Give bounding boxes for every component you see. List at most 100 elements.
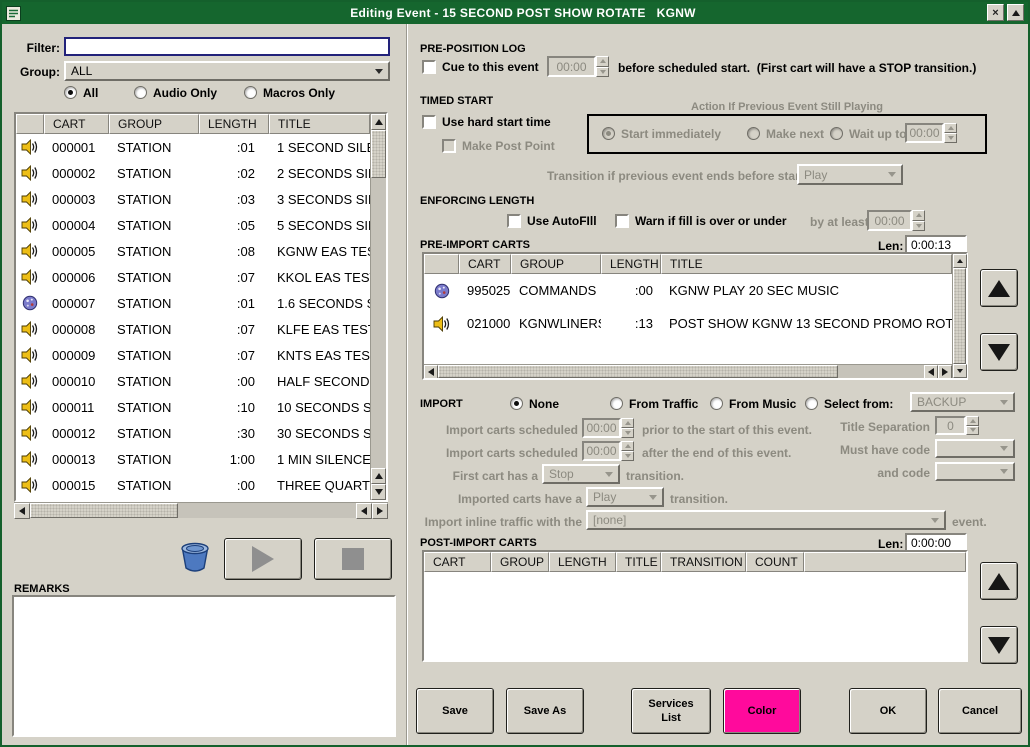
spin-up-button[interactable] xyxy=(621,418,634,428)
scroll-up-button[interactable] xyxy=(371,114,386,130)
cart-row[interactable]: 000001STATION:011 SECOND SILEN xyxy=(16,134,370,160)
radio-select-from[interactable]: Select from: xyxy=(805,396,893,411)
column-header-group[interactable]: GROUP xyxy=(511,254,601,274)
cart-row[interactable]: 000007STATION:011.6 SECONDS SIL xyxy=(16,290,370,316)
radio-import-none[interactable]: None xyxy=(510,396,559,411)
scroll-track[interactable] xyxy=(838,365,924,378)
scroll-right-button[interactable] xyxy=(372,503,388,519)
column-header-count[interactable]: COUNT xyxy=(746,552,804,572)
pre-import-vscrollbar[interactable] xyxy=(952,254,966,378)
spin-down-button[interactable] xyxy=(596,67,609,78)
transition-select[interactable]: Play xyxy=(797,164,903,185)
pre-import-move-up-button[interactable] xyxy=(980,269,1018,307)
radio-make-next[interactable]: Make next xyxy=(747,126,824,141)
imported-transition-select[interactable]: Play xyxy=(586,487,664,507)
scroll-track[interactable] xyxy=(178,503,356,518)
scroll-thumb[interactable] xyxy=(953,268,966,364)
hard-start-checkbox[interactable]: Use hard start time xyxy=(422,114,551,129)
scroll-track[interactable] xyxy=(371,178,386,468)
cancel-button[interactable]: Cancel xyxy=(938,688,1022,734)
column-header-length[interactable]: LENGTH xyxy=(549,552,616,572)
cart-row[interactable]: 000008STATION:07KLFE EAS TEST I xyxy=(16,316,370,342)
column-header-group[interactable]: GROUP xyxy=(109,114,199,134)
cart-row[interactable]: 995025COMMANDS:00KGNW PLAY 20 SEC MUSIC xyxy=(424,274,952,307)
title-separation-spinbox[interactable]: 0 xyxy=(935,416,979,435)
radio-macros-only[interactable]: Macros Only xyxy=(244,85,335,100)
scroll-left-button-2[interactable] xyxy=(356,503,372,519)
remarks-input[interactable] xyxy=(12,595,396,737)
column-header-cart[interactable]: CART xyxy=(44,114,109,134)
spin-up-button[interactable] xyxy=(621,441,634,451)
wait-time-spinbox[interactable]: 00:00 xyxy=(905,123,957,143)
spin-up-button[interactable] xyxy=(966,416,979,426)
cart-row[interactable]: 000005STATION:08KGNW EAS TEST xyxy=(16,238,370,264)
inline-traffic-select[interactable]: [none] xyxy=(586,510,946,530)
cart-row[interactable]: 000003STATION:033 SECONDS SILE xyxy=(16,186,370,212)
ok-button[interactable]: OK xyxy=(849,688,927,734)
cart-row[interactable]: 000011STATION:1010 SECONDS SIL xyxy=(16,394,370,420)
color-button[interactable]: Color xyxy=(723,688,801,734)
filter-input[interactable] xyxy=(64,37,390,56)
close-button[interactable]: × xyxy=(987,4,1004,21)
radio-audio-only[interactable]: Audio Only xyxy=(134,85,217,100)
scroll-left-button[interactable] xyxy=(424,365,438,378)
scroll-right-button[interactable] xyxy=(938,365,952,378)
column-header-title[interactable]: TITLE xyxy=(616,552,661,572)
use-autofill-checkbox[interactable]: Use AutoFIll xyxy=(507,213,597,228)
spin-up-button[interactable] xyxy=(596,56,609,67)
column-header-transition[interactable]: TRANSITION xyxy=(661,552,746,572)
spin-down-button[interactable] xyxy=(944,133,957,143)
sched-prior-spinbox[interactable]: 00:00 xyxy=(582,418,634,438)
spin-down-button[interactable] xyxy=(912,221,925,232)
pre-import-move-down-button[interactable] xyxy=(980,333,1018,371)
cart-row[interactable]: 000012STATION:3030 SECONDS SIL xyxy=(16,420,370,446)
cart-list-hscrollbar[interactable] xyxy=(14,502,388,518)
scroll-left-button-2[interactable] xyxy=(924,365,938,378)
radio-from-traffic[interactable]: From Traffic xyxy=(610,396,698,411)
radio-all[interactable]: All xyxy=(64,85,98,100)
first-cart-transition-select[interactable]: Stop xyxy=(542,464,620,484)
cart-list-vscrollbar[interactable] xyxy=(370,114,386,500)
spin-up-button[interactable] xyxy=(944,123,957,133)
shade-button[interactable] xyxy=(1007,4,1024,21)
column-header-icon[interactable] xyxy=(424,254,459,274)
play-button[interactable] xyxy=(224,538,302,580)
sched-after-spinbox[interactable]: 00:00 xyxy=(582,441,634,461)
must-have-code-select[interactable] xyxy=(935,439,1015,458)
radio-start-immediately[interactable]: Start immediately xyxy=(602,126,721,141)
cue-to-event-checkbox[interactable]: Cue to this event xyxy=(422,59,539,74)
group-select[interactable]: ALL xyxy=(64,61,390,81)
cart-row[interactable]: 021000KGNWLINERS:13POST SHOW KGNW 13 SEC… xyxy=(424,307,952,340)
column-header-group[interactable]: GROUP xyxy=(491,552,549,572)
stop-button[interactable] xyxy=(314,538,392,580)
make-post-point-checkbox[interactable]: Make Post Point xyxy=(442,138,555,153)
spin-down-button[interactable] xyxy=(621,451,634,461)
select-from-select[interactable]: BACKUP xyxy=(910,392,1015,412)
scroll-down-button[interactable] xyxy=(371,484,386,500)
post-import-move-down-button[interactable] xyxy=(980,626,1018,664)
spin-down-button[interactable] xyxy=(966,426,979,436)
radio-from-music[interactable]: From Music xyxy=(710,396,796,411)
by-at-least-spinbox[interactable]: 00:00 xyxy=(867,210,925,231)
cart-row[interactable]: 000002STATION:022 SECONDS SILE xyxy=(16,160,370,186)
scroll-thumb[interactable] xyxy=(371,130,386,178)
spin-up-button[interactable] xyxy=(912,210,925,221)
cart-row[interactable]: 000009STATION:07KNTS EAS TEST I xyxy=(16,342,370,368)
column-header-title[interactable]: TITLE xyxy=(269,114,370,134)
column-header-cart[interactable]: CART xyxy=(459,254,511,274)
cart-row[interactable]: 000013STATION1:001 MIN SILENCE xyxy=(16,446,370,472)
radio-wait-up-to[interactable]: Wait up to xyxy=(830,126,907,141)
pre-import-hscrollbar[interactable] xyxy=(424,364,952,378)
cart-row[interactable]: 000010STATION:00HALF SECOND O xyxy=(16,368,370,394)
cart-row[interactable]: 000004STATION:055 SECONDS SILE xyxy=(16,212,370,238)
and-code-select[interactable] xyxy=(935,462,1015,481)
cue-time-spinbox[interactable]: 00:00 xyxy=(547,56,609,77)
scroll-up-button-2[interactable] xyxy=(371,468,386,484)
column-header-cart[interactable]: CART xyxy=(424,552,491,572)
scroll-thumb[interactable] xyxy=(30,503,178,518)
post-import-move-up-button[interactable] xyxy=(980,562,1018,600)
services-list-button[interactable]: Services List xyxy=(631,688,711,734)
column-header-length[interactable]: LENGTH xyxy=(601,254,661,274)
warn-fill-checkbox[interactable]: Warn if fill is over or under xyxy=(615,213,787,228)
column-header-icon[interactable] xyxy=(16,114,44,134)
